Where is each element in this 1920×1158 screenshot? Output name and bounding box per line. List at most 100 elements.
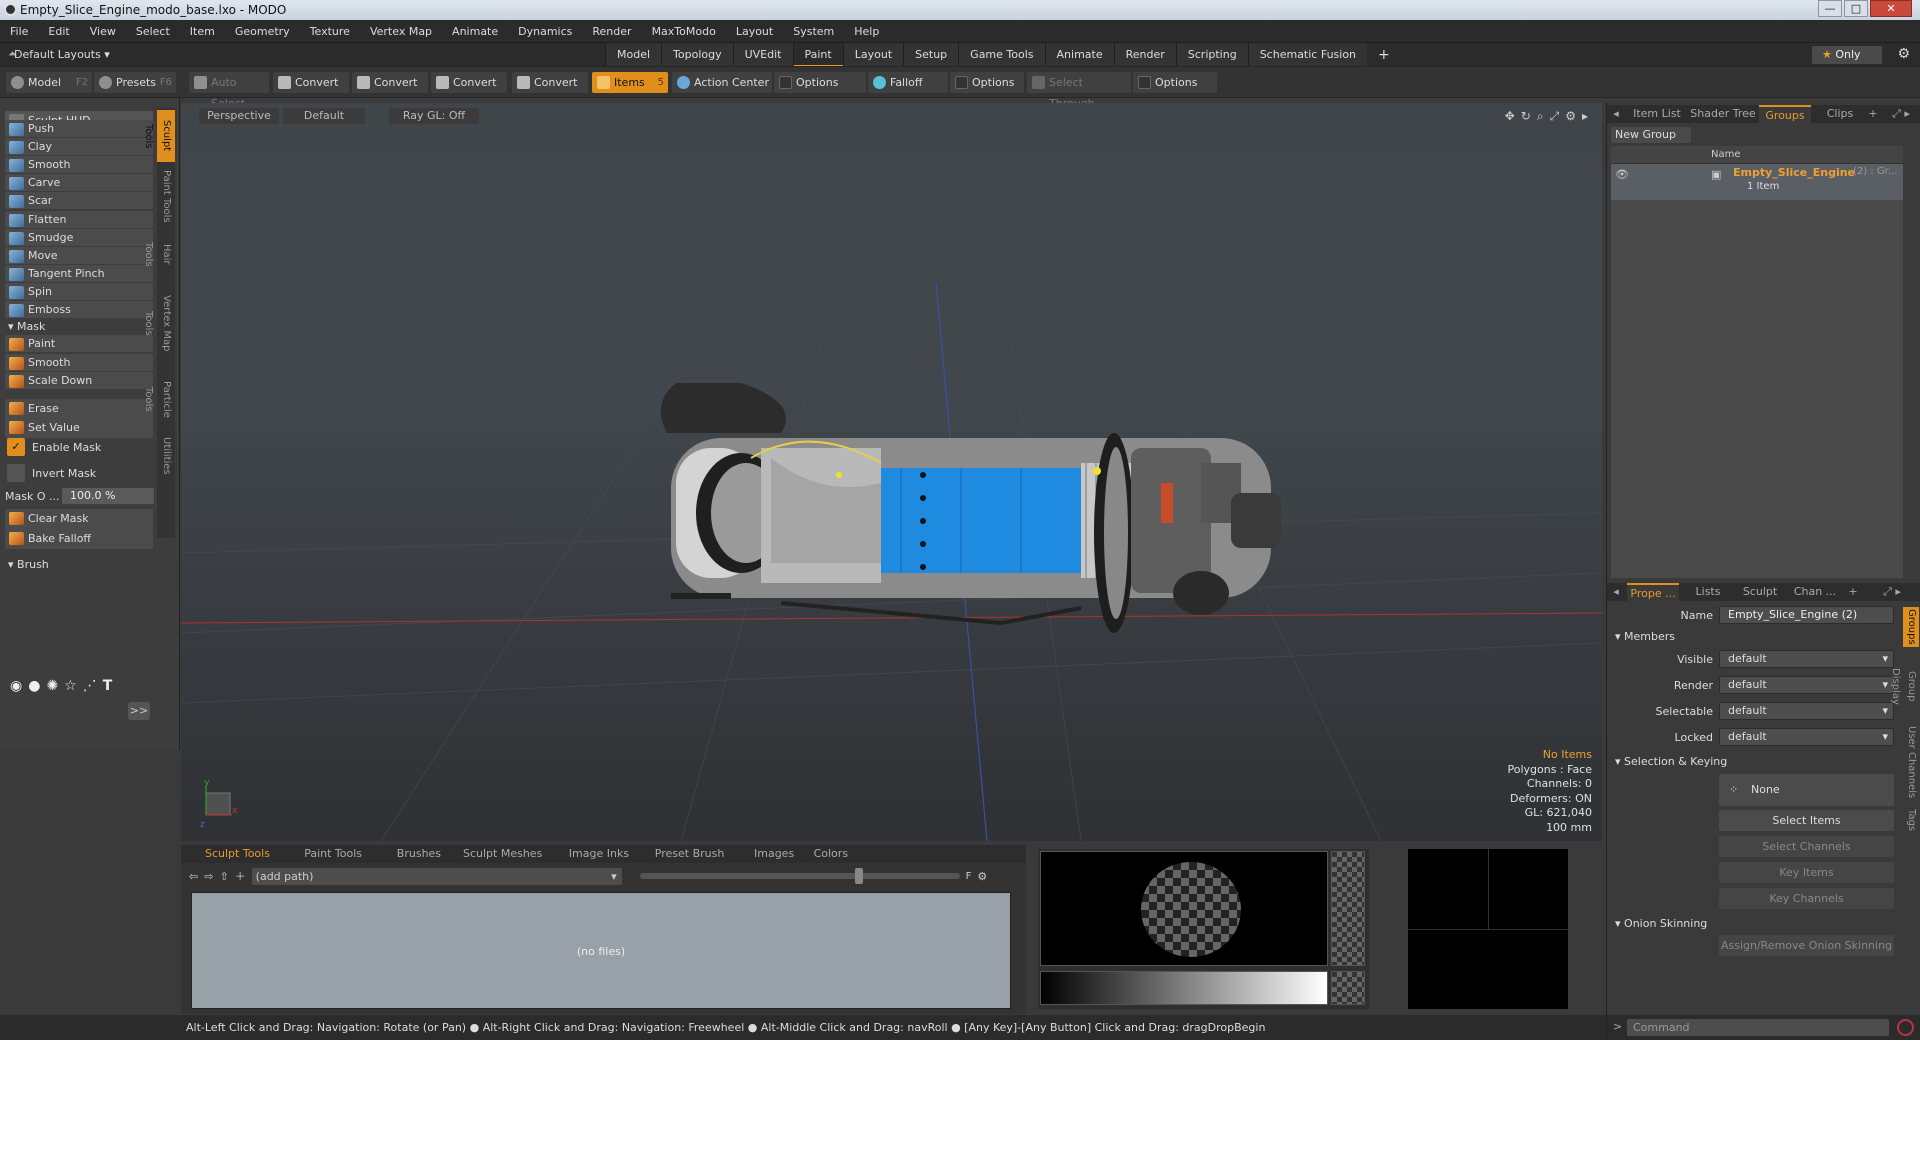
sculpt-tool-flatten[interactable]: Flatten: [5, 210, 153, 228]
menu-select[interactable]: Select: [136, 25, 170, 38]
brush-swatch[interactable]: [1331, 971, 1365, 1005]
mask-opacity-field[interactable]: 100.0 %: [62, 488, 154, 504]
sculpt-tool-scar[interactable]: Scar: [5, 192, 153, 210]
file-browser-area[interactable]: (no files): [191, 892, 1011, 1009]
none-button[interactable]: ⁘ None: [1719, 774, 1894, 806]
assign-onion-button[interactable]: Assign/Remove Onion Skinning: [1719, 935, 1894, 956]
sculpt-tool-clay[interactable]: Clay: [5, 138, 153, 156]
maximize-button[interactable]: □: [1844, 0, 1868, 17]
enable-mask-checkbox[interactable]: ✓: [7, 438, 25, 456]
sculpt-tool-emboss[interactable]: Emboss: [5, 301, 153, 318]
tab-item-list[interactable]: Item List: [1627, 105, 1687, 123]
tab-bottom-brushes[interactable]: Brushes: [391, 845, 447, 863]
model-button[interactable]: Model F2: [6, 72, 92, 93]
tab-lists[interactable]: Lists: [1683, 583, 1733, 601]
vtab-groups[interactable]: Groups: [1903, 607, 1919, 647]
close-button[interactable]: ✕: [1870, 0, 1912, 17]
hard-brush-icon[interactable]: ●: [28, 678, 40, 700]
new-group-button[interactable]: New Group: [1611, 127, 1691, 143]
tab-bottom-colors[interactable]: Colors: [808, 845, 854, 863]
path-dropdown[interactable]: (add path) ▾: [251, 867, 622, 885]
menu-maxtomodo[interactable]: MaxToModo: [652, 25, 716, 38]
bake-falloff-button[interactable]: Bake Falloff: [5, 529, 153, 549]
falloff-options-button[interactable]: Options: [950, 72, 1024, 93]
text-brush-icon[interactable]: T: [103, 678, 113, 700]
tab-channels[interactable]: Chan ...: [1787, 583, 1843, 601]
visibility-eye-icon[interactable]: 👁: [1615, 168, 1629, 181]
sculpt-tool-move[interactable]: Move: [5, 246, 153, 264]
props-arrow-icon[interactable]: ◂: [1607, 583, 1625, 601]
convert-polygons-button[interactable]: Convert: [431, 72, 507, 93]
brush-section-header[interactable]: ▾ Brush: [8, 558, 49, 571]
sculpt-tool-push[interactable]: Push: [5, 120, 153, 137]
tab-topology[interactable]: Topology: [661, 43, 733, 67]
command-input[interactable]: Command: [1627, 1019, 1889, 1036]
tab-render[interactable]: Render: [1113, 43, 1176, 67]
menu-geometry[interactable]: Geometry: [235, 25, 290, 38]
mini-viewport[interactable]: [1408, 849, 1568, 1009]
vtab-vertex-map-tools[interactable]: Vertex Map Tools: [143, 284, 175, 362]
panel-expand-icon[interactable]: ⤢ ▸: [1883, 105, 1919, 123]
key-items-button[interactable]: Key Items: [1719, 862, 1894, 883]
tab-bottom-sculpt-tools[interactable]: Sculpt Tools: [199, 845, 276, 863]
gear-icon[interactable]: ⚙: [1897, 46, 1910, 62]
sculpt-tool-spin[interactable]: Spin: [5, 282, 153, 300]
tab-shader-tree[interactable]: Shader Tree: [1687, 105, 1759, 123]
back-icon[interactable]: ⇦: [189, 870, 198, 883]
tab-layout[interactable]: Layout: [842, 43, 904, 67]
set-value-button[interactable]: Set Value: [5, 418, 153, 438]
thumbnail-size-slider[interactable]: [639, 868, 960, 884]
up-icon[interactable]: ⇧: [219, 870, 228, 883]
menu-item[interactable]: Item: [190, 25, 215, 38]
action-center-options-button[interactable]: Options: [774, 72, 866, 93]
tab-setup[interactable]: Setup: [903, 43, 959, 67]
tab-sculpt[interactable]: Sculpt: [1733, 583, 1787, 601]
vtab-particle-tools[interactable]: Particle Tools: [143, 368, 175, 430]
erase-button[interactable]: Erase: [5, 399, 153, 419]
menu-render[interactable]: Render: [592, 25, 631, 38]
vtab-group-display[interactable]: Group Display: [1890, 653, 1919, 719]
sculpt-tool-tangent-pinch[interactable]: Tangent Pinch: [5, 264, 153, 282]
vtab-hair-tools[interactable]: Hair Tools: [143, 230, 175, 278]
star-brush-icon[interactable]: ☆: [64, 678, 77, 700]
vtab-utilities[interactable]: Utilities: [157, 436, 175, 476]
selection-keying-section[interactable]: ▾ Selection & Keying: [1615, 755, 1727, 768]
tab-properties[interactable]: Prope ...: [1627, 583, 1679, 601]
members-section[interactable]: ▾ Members: [1615, 630, 1675, 643]
select-channels-button[interactable]: Select Channels: [1719, 836, 1894, 857]
action-center-button[interactable]: Action Center: [672, 72, 772, 93]
mask-tool-scale-down[interactable]: Scale Down: [5, 372, 153, 389]
more-brushes-button[interactable]: >>: [128, 702, 150, 720]
brush-gradient-strip[interactable]: [1040, 971, 1328, 1005]
mask-tool-paint[interactable]: Paint: [5, 335, 153, 352]
3d-viewport[interactable]: Perspective Default Ray GL: Off ✥ ↻ ⌕ ⤢ …: [181, 103, 1602, 841]
vtab-sculpt-tools[interactable]: Sculpt Tools: [143, 110, 175, 162]
add-icon[interactable]: ＋: [235, 868, 246, 884]
select-through-options-button[interactable]: Options: [1133, 72, 1217, 93]
falloff-button[interactable]: Falloff: [868, 72, 948, 93]
browser-settings-icon[interactable]: ⚙: [977, 870, 987, 883]
vtab-tags[interactable]: Tags: [1903, 805, 1919, 835]
tab-bottom-images[interactable]: Images: [748, 845, 800, 863]
props-expand-icon[interactable]: ⤢ ▸: [1867, 583, 1917, 601]
only-toggle[interactable]: ★ Only: [1812, 46, 1882, 64]
tab-clips[interactable]: Clips: [1817, 105, 1863, 123]
add-tab-icon[interactable]: +: [1865, 105, 1881, 123]
minimize-button[interactable]: —: [1818, 0, 1842, 17]
soft-brush-icon[interactable]: ◉: [10, 678, 22, 700]
menu-dynamics[interactable]: Dynamics: [518, 25, 572, 38]
menu-help[interactable]: Help: [854, 25, 879, 38]
menu-texture[interactable]: Texture: [310, 25, 350, 38]
select-items-button[interactable]: Select Items: [1719, 810, 1894, 831]
menu-view[interactable]: View: [90, 25, 116, 38]
locked-select[interactable]: default ▾: [1719, 728, 1894, 746]
convert-edges-button[interactable]: Convert: [352, 72, 428, 93]
sculpt-tool-smooth[interactable]: Smooth: [5, 156, 153, 174]
mask-section-header[interactable]: ▾ Mask: [8, 320, 45, 333]
group-row[interactable]: 👁 ▣ Empty_Slice_Engine (2) : Gr... 1 Ite…: [1611, 164, 1903, 200]
tab-schematic-fusion[interactable]: Schematic Fusion: [1247, 43, 1368, 67]
add-layout-tab-icon[interactable]: +: [1367, 43, 1401, 67]
tab-model[interactable]: Model: [605, 43, 662, 67]
dash-brush-icon[interactable]: ⋰: [83, 678, 97, 700]
convert-vertices-button[interactable]: Convert: [273, 72, 349, 93]
